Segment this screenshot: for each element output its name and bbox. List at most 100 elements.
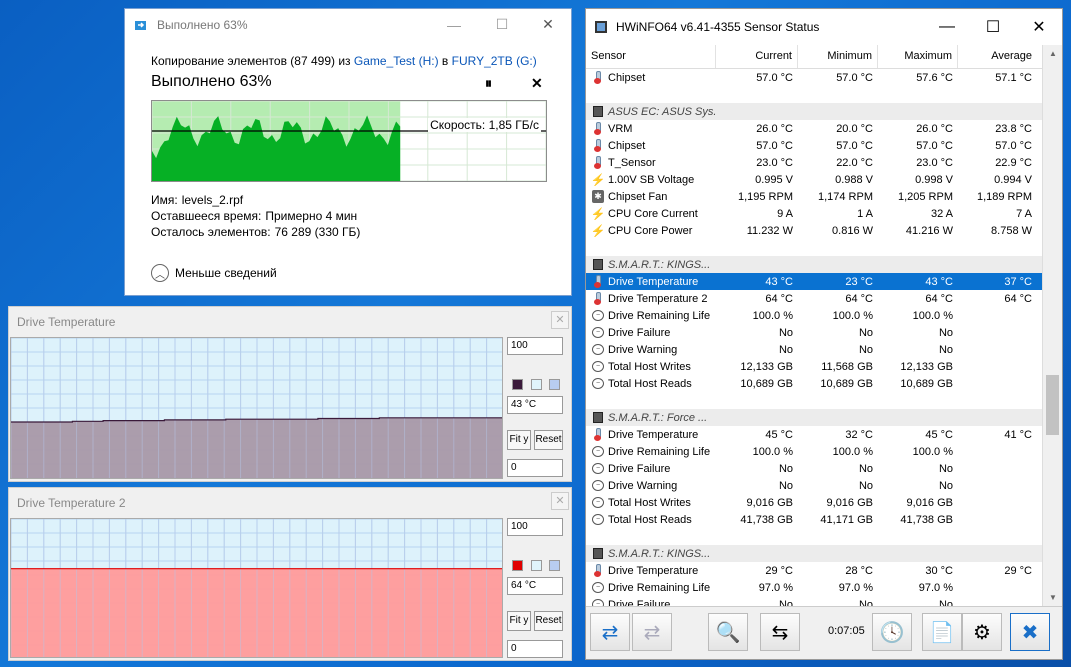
fit-y-button[interactable]: Fit y xyxy=(507,611,531,631)
sensor-row[interactable]: − Drive Remaining Life 97.0 % 97.0 % 97.0 % xyxy=(586,579,1042,596)
column-sensor[interactable]: Sensor xyxy=(586,45,716,68)
value-minimum: 20.0 °C xyxy=(836,122,873,135)
line-color-swatch[interactable] xyxy=(512,379,523,390)
sensor-group-row[interactable]: S.M.A.R.T.: Force ... xyxy=(586,409,1042,426)
thermometer-icon xyxy=(592,71,604,84)
scroll-up-icon[interactable]: ▲ xyxy=(1043,49,1063,58)
minimize-button[interactable]: — xyxy=(924,9,970,45)
value-maximum: 45 °C xyxy=(925,428,953,441)
graph-title: Drive Temperature xyxy=(17,315,116,329)
value-minimum: 28 °C xyxy=(845,564,873,577)
sensor-name: Drive Failure xyxy=(608,598,671,607)
copy-prefix: Копирование элементов (87 499) из xyxy=(151,54,351,68)
value-current: 9,016 GB xyxy=(746,496,793,509)
sensor-group-row[interactable]: S.M.A.R.T.: KINGS... xyxy=(586,545,1042,562)
sensor-name: Total Host Writes xyxy=(608,496,691,509)
graph-close-button[interactable]: ✕ xyxy=(551,311,569,329)
graph-max-field[interactable]: 100 xyxy=(507,518,563,536)
gauge-ring-icon: − xyxy=(592,361,604,372)
graph-min-field[interactable]: 0 xyxy=(507,459,563,477)
clock-icon-button[interactable]: 🕓 xyxy=(872,613,912,651)
close-button[interactable]: ✖ xyxy=(1010,613,1050,651)
maximize-button[interactable]: ☐ xyxy=(479,9,525,40)
grid-color-swatch[interactable] xyxy=(549,379,560,390)
sensor-row[interactable]: − Drive Warning No No No xyxy=(586,477,1042,494)
graph-close-button[interactable]: ✕ xyxy=(551,492,569,510)
add-report-button[interactable]: 📄 xyxy=(922,613,962,651)
sensor-group-row[interactable]: S.M.A.R.T.: KINGS... xyxy=(586,256,1042,273)
nav-arrows-button[interactable]: ⇄ xyxy=(590,613,630,651)
sensor-row[interactable]: − Drive Failure No No No xyxy=(586,596,1042,606)
sensor-group-row[interactable]: ASUS EC: ASUS Sys... xyxy=(586,103,1042,120)
reset-button[interactable]: Reset xyxy=(534,430,563,450)
line-color-swatch[interactable] xyxy=(512,560,523,571)
dest-link[interactable]: FURY_2TB (G:) xyxy=(452,54,537,68)
reset-button[interactable]: Reset xyxy=(534,611,563,631)
sensor-row[interactable]: − Drive Failure No No No xyxy=(586,460,1042,477)
graph-min-field[interactable]: 0 xyxy=(507,640,563,658)
sensor-row[interactable]: ✱ Chipset Fan 1,195 RPM 1,174 RPM 1,205 RPM 1… xyxy=(586,188,1042,205)
vertical-scrollbar[interactable]: ▲ ▼ xyxy=(1042,45,1062,606)
thermometer-icon xyxy=(592,122,604,135)
minimize-button[interactable]: — xyxy=(431,9,477,40)
sensor-name-cell: − Drive Failure xyxy=(586,327,716,339)
value-maximum: 43 °C xyxy=(925,275,953,288)
value-minimum: 10,689 GB xyxy=(820,377,873,390)
sensor-row[interactable]: − Drive Remaining Life 100.0 % 100.0 % 100.0… xyxy=(586,307,1042,324)
sensor-row[interactable]: Drive Temperature 29 °C 28 °C 30 °C 29 °C xyxy=(586,562,1042,579)
sensor-row[interactable]: − Total Host Writes 12,133 GB 11,568 GB 12,1… xyxy=(586,358,1042,375)
network-button[interactable]: ⇆ xyxy=(760,613,800,651)
value-minimum: 0.816 W xyxy=(832,224,873,237)
pause-button[interactable]: ⏸ xyxy=(485,75,492,92)
sensor-row[interactable]: Drive Temperature 43 °C 23 °C 43 °C 37 °C xyxy=(586,273,1042,290)
fit-y-button[interactable]: Fit y xyxy=(507,430,531,450)
column-average[interactable]: Average xyxy=(958,45,1037,68)
sensor-row[interactable]: ⚡ CPU Core Current 9 A 1 A 32 A 7 A xyxy=(586,205,1042,222)
sensor-name: Total Host Reads xyxy=(608,377,692,390)
close-button[interactable]: ✕ xyxy=(1016,9,1062,45)
sensor-row[interactable]: − Drive Warning No No No xyxy=(586,341,1042,358)
sensor-row[interactable]: ⚡ 1.00V SB Voltage 0.995 V 0.988 V 0.998 V 0.… xyxy=(586,171,1042,188)
sensor-row[interactable]: VRM 26.0 °C 20.0 °C 26.0 °C 23.8 °C xyxy=(586,120,1042,137)
nav-arrows-disabled-button[interactable]: ⇄ xyxy=(632,613,672,651)
close-icon: ✖ xyxy=(1021,621,1039,644)
sensor-name: Drive Failure xyxy=(608,326,671,339)
maximize-button[interactable]: ☐ xyxy=(970,9,1016,45)
less-details-toggle[interactable]: ︿ Меньше сведений xyxy=(151,264,277,282)
monitor-search-button[interactable]: 🔍 xyxy=(708,613,748,651)
column-current[interactable]: Current xyxy=(716,45,798,68)
sensor-row[interactable]: ⚡ CPU Core Power 11.232 W 0.816 W 41.216 W 8.… xyxy=(586,222,1042,239)
nav-arrows-icon: ⇄ xyxy=(601,621,619,644)
sensor-row[interactable]: Chipset 57.0 °C 57.0 °C 57.0 °C 57.0 °C xyxy=(586,137,1042,154)
bg-color-swatch[interactable] xyxy=(531,379,542,390)
column-maximum[interactable]: Maximum xyxy=(878,45,958,68)
speed-graph-svg xyxy=(152,101,546,181)
column-minimum[interactable]: Minimum xyxy=(798,45,878,68)
close-button[interactable]: ✕ xyxy=(525,9,571,40)
sensor-row[interactable]: − Total Host Writes 9,016 GB 9,016 GB 9,016 … xyxy=(586,494,1042,511)
cancel-button[interactable]: ✕ xyxy=(531,75,543,92)
sensor-row[interactable]: Chipset 57.0 °C 57.0 °C 57.6 °C 57.1 °C xyxy=(586,69,1042,86)
sensor-name-cell: ✱ Chipset Fan xyxy=(586,190,716,203)
sensor-name: Drive Remaining Life xyxy=(608,309,711,322)
settings-icon: ⚙ xyxy=(973,621,991,644)
sensor-name: S.M.A.R.T.: KINGS... xyxy=(608,547,711,560)
scroll-down-icon[interactable]: ▼ xyxy=(1043,593,1063,602)
value-maximum: 32 A xyxy=(930,207,953,220)
source-link[interactable]: Game_Test (H:) xyxy=(354,54,439,68)
bg-color-swatch[interactable] xyxy=(531,560,542,571)
sensor-row[interactable]: − Total Host Reads 10,689 GB 10,689 GB 10,68… xyxy=(586,375,1042,392)
sensor-row[interactable]: − Total Host Reads 41,738 GB 41,171 GB 41,73… xyxy=(586,511,1042,528)
sensor-name-cell: − Total Host Reads xyxy=(586,378,716,390)
sensor-row[interactable]: − Drive Remaining Life 100.0 % 100.0 % 100.0… xyxy=(586,443,1042,460)
settings-button[interactable]: ⚙ xyxy=(962,613,1002,651)
sensor-row[interactable]: Drive Temperature 2 64 °C 64 °C 64 °C 64 °C xyxy=(586,290,1042,307)
graph-max-field[interactable]: 100 xyxy=(507,337,563,355)
value-current: 57.0 °C xyxy=(756,139,793,152)
grid-color-swatch[interactable] xyxy=(549,560,560,571)
scrollbar-thumb[interactable] xyxy=(1046,375,1059,435)
sensor-row[interactable]: − Drive Failure No No No xyxy=(586,324,1042,341)
sensor-row[interactable]: Drive Temperature 45 °C 32 °C 45 °C 41 °C xyxy=(586,426,1042,443)
value-minimum: No xyxy=(858,479,873,492)
sensor-row[interactable]: T_Sensor 23.0 °C 22.0 °C 23.0 °C 22.9 °C xyxy=(586,154,1042,171)
